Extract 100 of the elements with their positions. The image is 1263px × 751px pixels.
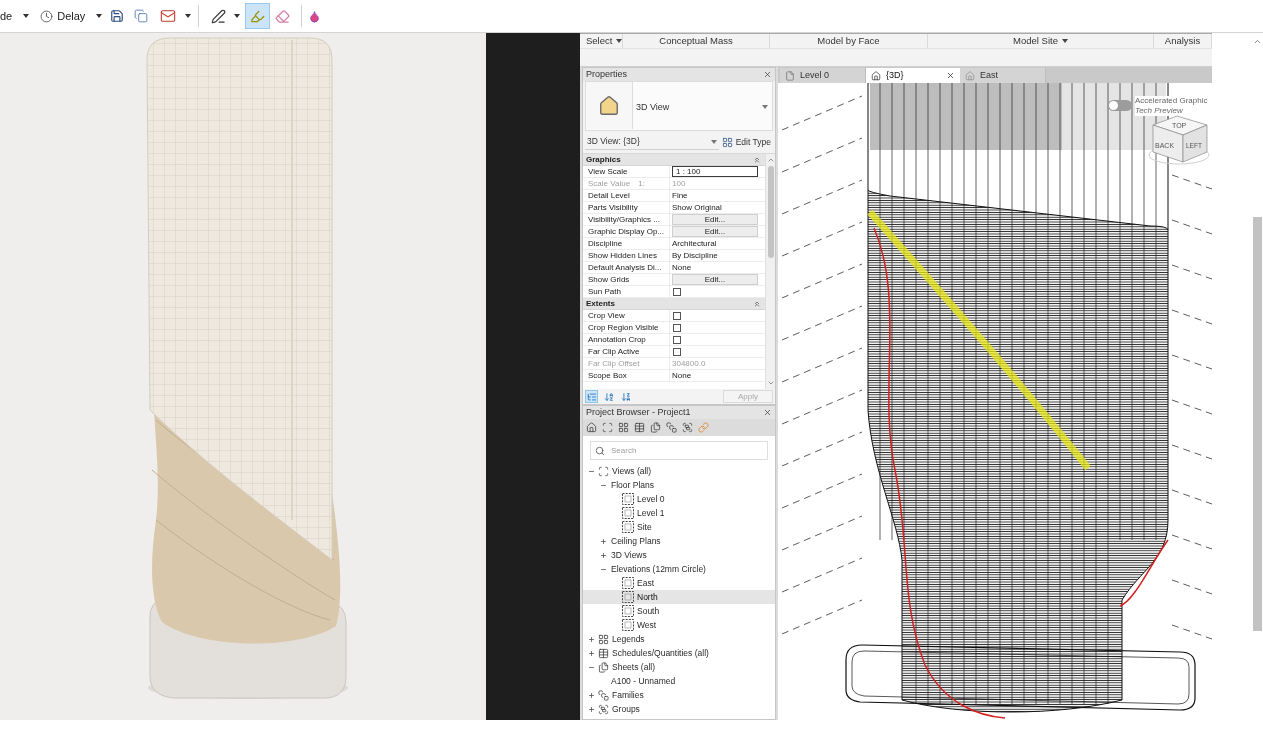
tree-item[interactable]: Families bbox=[583, 688, 775, 702]
stacked-squares-icon[interactable] bbox=[666, 422, 677, 433]
view-tab[interactable]: {3D} bbox=[866, 68, 960, 83]
tree-item[interactable]: West bbox=[583, 618, 775, 632]
type-selector[interactable]: 3D View bbox=[585, 81, 773, 131]
tree-item[interactable]: Level 1 bbox=[583, 506, 775, 520]
viewfinder-icon[interactable] bbox=[602, 422, 613, 433]
page-icon bbox=[785, 70, 795, 81]
view-tab[interactable]: East bbox=[960, 68, 1046, 83]
table-icon bbox=[598, 647, 609, 659]
property-name: Default Analysis Di... bbox=[588, 262, 662, 273]
tree-item[interactable]: Site bbox=[583, 520, 775, 534]
edit-button[interactable]: Edit... bbox=[672, 274, 758, 285]
sheet-icon[interactable] bbox=[650, 422, 661, 433]
scale-field[interactable]: 1 : 100 bbox=[672, 166, 758, 177]
sheet-icon bbox=[598, 661, 609, 673]
property-name: Crop View bbox=[588, 310, 625, 321]
collapse-icon[interactable] bbox=[753, 299, 761, 308]
tree-item[interactable]: 3D Views bbox=[583, 548, 775, 562]
scroll-up-icon[interactable] bbox=[766, 156, 775, 164]
expand-icon[interactable] bbox=[600, 537, 607, 545]
close-icon[interactable] bbox=[763, 70, 772, 79]
checkbox[interactable] bbox=[673, 335, 681, 344]
panel-menu-button[interactable]: Model Site bbox=[1013, 33, 1068, 49]
house-icon bbox=[871, 70, 881, 81]
tree-item[interactable]: A100 - Unnamed bbox=[583, 674, 775, 688]
property-name: Scale Value bbox=[588, 178, 631, 189]
home-icon[interactable] bbox=[586, 422, 597, 433]
expand-icon[interactable] bbox=[588, 705, 595, 713]
expand-icon[interactable] bbox=[588, 691, 595, 699]
tree-item[interactable]: North bbox=[583, 590, 775, 604]
tree-item[interactable]: Groups bbox=[583, 702, 775, 716]
expand-icon[interactable] bbox=[588, 635, 595, 643]
house-icon bbox=[965, 70, 975, 81]
tree-item[interactable]: Views (all) bbox=[583, 464, 775, 478]
property-prefix: 1: bbox=[638, 178, 645, 189]
pen-icon bbox=[211, 8, 227, 24]
panel-title: Conceptual Mass bbox=[659, 33, 733, 48]
tree-item[interactable]: South bbox=[583, 604, 775, 618]
instance-dropdown[interactable]: 3D View: {3D} bbox=[585, 134, 719, 150]
property-name: Scope Box bbox=[588, 370, 627, 381]
expand-icon[interactable] bbox=[600, 551, 607, 559]
dashed-square-icon bbox=[622, 591, 634, 603]
property-value: None bbox=[672, 369, 692, 382]
tool-button[interactable] bbox=[245, 3, 271, 29]
tree-item[interactable]: Level 0 bbox=[583, 492, 775, 506]
search-icon bbox=[595, 445, 605, 456]
caret-icon bbox=[711, 139, 717, 144]
dashed-square-icon bbox=[622, 521, 634, 533]
edit-button[interactable]: Edit... bbox=[672, 214, 758, 225]
tree-item[interactable]: Floor Plans bbox=[583, 478, 775, 492]
checkbox[interactable] bbox=[673, 323, 681, 332]
toggle-note: Tech Preview bbox=[1135, 106, 1183, 116]
color-drop-icon[interactable] bbox=[308, 8, 322, 24]
grid-icon[interactable] bbox=[618, 422, 629, 433]
scroll-down-icon[interactable] bbox=[766, 379, 775, 387]
tree-item[interactable]: Ceiling Plans bbox=[583, 534, 775, 548]
table-icon[interactable] bbox=[634, 422, 645, 433]
property-name: Visibility/Graphics ... bbox=[588, 214, 660, 225]
checkbox[interactable] bbox=[673, 347, 681, 356]
checkbox[interactable] bbox=[673, 311, 681, 320]
property-value: 100 bbox=[672, 177, 686, 190]
property-name: Sun Path bbox=[588, 286, 621, 297]
dashed-square-icon bbox=[622, 605, 634, 617]
close-icon[interactable] bbox=[763, 408, 772, 417]
scrollbar-thumb[interactable] bbox=[767, 166, 774, 258]
tree-item[interactable]: East bbox=[583, 576, 775, 590]
collapse-icon[interactable] bbox=[753, 155, 761, 164]
scrollbar-thumb[interactable] bbox=[1253, 217, 1262, 631]
toggle-label: Accelerated Graphic bbox=[1135, 96, 1208, 106]
tree-item[interactable]: Sheets (all) bbox=[583, 660, 775, 674]
sort-descending-icon[interactable] bbox=[619, 390, 632, 403]
dashed-square-icon bbox=[622, 619, 634, 631]
graphics-toggle[interactable] bbox=[1108, 100, 1132, 111]
envelope-icon bbox=[160, 8, 177, 24]
expand-icon[interactable] bbox=[588, 649, 595, 657]
close-icon[interactable] bbox=[946, 71, 955, 80]
sort-ascending-icon[interactable] bbox=[602, 390, 615, 403]
tree-item[interactable]: Elevations (12mm Circle) bbox=[583, 562, 775, 576]
highlighter-icon bbox=[250, 8, 266, 24]
edit-type-button[interactable]: Edit Type bbox=[721, 134, 773, 150]
property-value: Show Original bbox=[672, 201, 722, 214]
dashed-square-icon bbox=[622, 577, 634, 589]
checkbox[interactable] bbox=[673, 287, 681, 296]
view-tab[interactable]: Level 0 bbox=[780, 68, 866, 83]
group-icon[interactable] bbox=[682, 422, 693, 433]
mode-button[interactable]: de bbox=[0, 4, 34, 28]
edit-button[interactable]: Edit... bbox=[672, 226, 758, 237]
section-title: Extents bbox=[586, 298, 615, 309]
caret-icon bbox=[1061, 39, 1068, 43]
property-name: Crop Region Visible bbox=[588, 322, 659, 333]
scroll-up-icon[interactable] bbox=[1253, 37, 1262, 46]
categorize-icon[interactable] bbox=[585, 390, 598, 403]
copy-icon[interactable] bbox=[134, 9, 149, 23]
tree-item[interactable]: Legends bbox=[583, 632, 775, 646]
save-icon[interactable] bbox=[110, 9, 125, 23]
tree-item[interactable]: Schedules/Quantities (all) bbox=[583, 646, 775, 660]
delay-button[interactable]: Delay bbox=[40, 4, 103, 28]
panel-menu-button[interactable]: Select bbox=[586, 33, 623, 49]
property-name: Far Clip Active bbox=[588, 346, 640, 357]
